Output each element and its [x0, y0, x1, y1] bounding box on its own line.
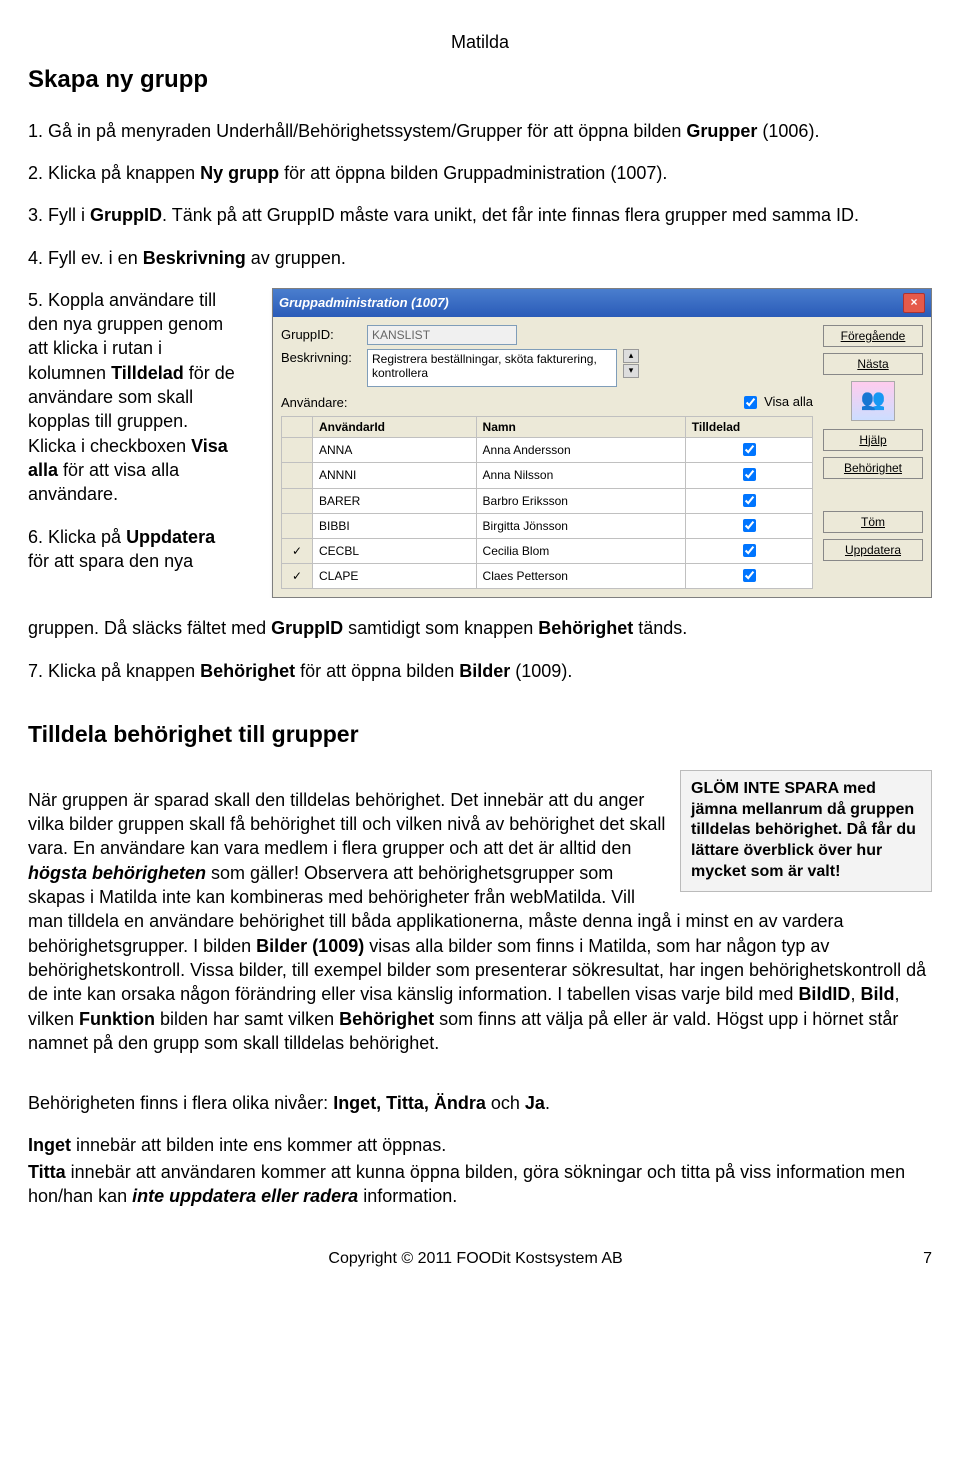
label-beskrivning: Beskrivning:: [281, 349, 361, 367]
cell-tilldelad[interactable]: [685, 538, 812, 563]
page-header: Matilda: [28, 30, 932, 54]
checkbox-tilldelad[interactable]: [743, 519, 756, 532]
dialog-gruppadmin: Gruppadministration (1007) × GruppID: Be…: [272, 288, 932, 598]
table-row[interactable]: ✓CLAPEClaes Petterson: [282, 564, 813, 589]
cell-anvandarid: ANNA: [313, 438, 477, 463]
step-4: 4. Fyll ev. i en Beskrivning av gruppen.: [28, 246, 932, 270]
cell-namn: Anna Nilsson: [476, 463, 685, 488]
cell-tilldelad[interactable]: [685, 488, 812, 513]
checkbox-visa-alla-input[interactable]: [744, 396, 757, 409]
cell-anvandarid: ANNNI: [313, 463, 477, 488]
cell-namn: Barbro Eriksson: [476, 488, 685, 513]
table-row[interactable]: ANNNIAnna Nilsson: [282, 463, 813, 488]
step-1: 1. Gå in på menyraden Underhåll/Behörigh…: [28, 119, 932, 143]
row-selector[interactable]: ✓: [282, 564, 313, 589]
dialog-titlebar: Gruppadministration (1007) ×: [273, 289, 931, 317]
close-icon[interactable]: ×: [903, 293, 925, 313]
cell-namn: Anna Andersson: [476, 438, 685, 463]
heading-tilldela: Tilldela behörighet till grupper: [28, 719, 932, 750]
btn-foregaende[interactable]: Föregående: [823, 325, 923, 347]
avatar-icon: 👥: [851, 381, 895, 421]
step-7: 7. Klicka på knappen Behörighet för att …: [28, 659, 932, 683]
th-anvandarid: AnvändarId: [313, 416, 477, 437]
cell-tilldelad[interactable]: [685, 438, 812, 463]
btn-hjalp[interactable]: Hjälp: [823, 429, 923, 451]
spinner-icon[interactable]: ▴▾: [623, 349, 639, 378]
input-gruppid[interactable]: [367, 325, 517, 345]
footer-page-number: 7: [923, 1248, 932, 1270]
step-2: 2. Klicka på knappen Ny grupp för att öp…: [28, 161, 932, 185]
cell-tilldelad[interactable]: [685, 513, 812, 538]
label-gruppid: GruppID:: [281, 326, 361, 344]
step-6b: gruppen. Då släcks fältet med GruppID sa…: [28, 616, 932, 640]
table-row[interactable]: BIBBIBirgitta Jönsson: [282, 513, 813, 538]
btn-nasta[interactable]: Nästa: [823, 353, 923, 375]
row-selector[interactable]: [282, 438, 313, 463]
table-row[interactable]: ✓CECBLCecilia Blom: [282, 538, 813, 563]
user-table: AnvändarId Namn Tilldelad ANNAAnna Ander…: [281, 416, 813, 589]
cell-namn: Claes Petterson: [476, 564, 685, 589]
cell-namn: Birgitta Jönsson: [476, 513, 685, 538]
cell-tilldelad[interactable]: [685, 564, 812, 589]
cell-tilldelad[interactable]: [685, 463, 812, 488]
footer-copyright: Copyright © 2011 FOODit Kostsystem AB: [328, 1250, 622, 1267]
step-3: 3. Fyll i GruppID. Tänk på att GruppID m…: [28, 203, 932, 227]
label-anvandare: Användare:: [281, 394, 361, 412]
checkbox-tilldelad[interactable]: [743, 544, 756, 557]
checkbox-tilldelad[interactable]: [743, 468, 756, 481]
row-selector[interactable]: ✓: [282, 538, 313, 563]
checkbox-visa-alla[interactable]: Visa alla: [740, 393, 813, 412]
checkbox-tilldelad[interactable]: [743, 569, 756, 582]
tilldela-paragraph-4: Titta innebär att användaren kommer att …: [28, 1160, 932, 1209]
btn-tom[interactable]: Töm: [823, 511, 923, 533]
checkbox-tilldelad[interactable]: [743, 494, 756, 507]
step-5: 5. Koppla användare till den nya gruppen…: [28, 288, 238, 507]
th-namn: Namn: [476, 416, 685, 437]
callout-spara: GLÖM INTE SPARA med jämna mellanrum då g…: [680, 770, 932, 892]
row-selector[interactable]: [282, 488, 313, 513]
page-footer: Copyright © 2011 FOODit Kostsystem AB 7: [28, 1248, 932, 1270]
row-selector[interactable]: [282, 513, 313, 538]
btn-uppdatera[interactable]: Uppdatera: [823, 539, 923, 561]
table-row[interactable]: BARERBarbro Eriksson: [282, 488, 813, 513]
dialog-title: Gruppadministration (1007): [279, 294, 449, 312]
cell-anvandarid: CLAPE: [313, 564, 477, 589]
checkbox-tilldelad[interactable]: [743, 443, 756, 456]
input-beskrivning[interactable]: Registrera beställningar, sköta fakturer…: [367, 349, 617, 387]
tilldela-paragraph-3: Inget innebär att bilden inte ens kommer…: [28, 1133, 932, 1157]
cell-anvandarid: BIBBI: [313, 513, 477, 538]
cell-anvandarid: BARER: [313, 488, 477, 513]
cell-anvandarid: CECBL: [313, 538, 477, 563]
cell-namn: Cecilia Blom: [476, 538, 685, 563]
step-6a: 6. Klicka på Uppdatera för att spara den…: [28, 525, 238, 574]
table-row[interactable]: ANNAAnna Andersson: [282, 438, 813, 463]
tilldela-paragraph-2: Behörigheten finns i flera olika nivåer:…: [28, 1091, 932, 1115]
row-selector[interactable]: [282, 463, 313, 488]
th-tilldelad: Tilldelad: [685, 416, 812, 437]
btn-behorighet[interactable]: Behörighet: [823, 457, 923, 479]
heading-skapa: Skapa ny grupp: [28, 64, 932, 96]
